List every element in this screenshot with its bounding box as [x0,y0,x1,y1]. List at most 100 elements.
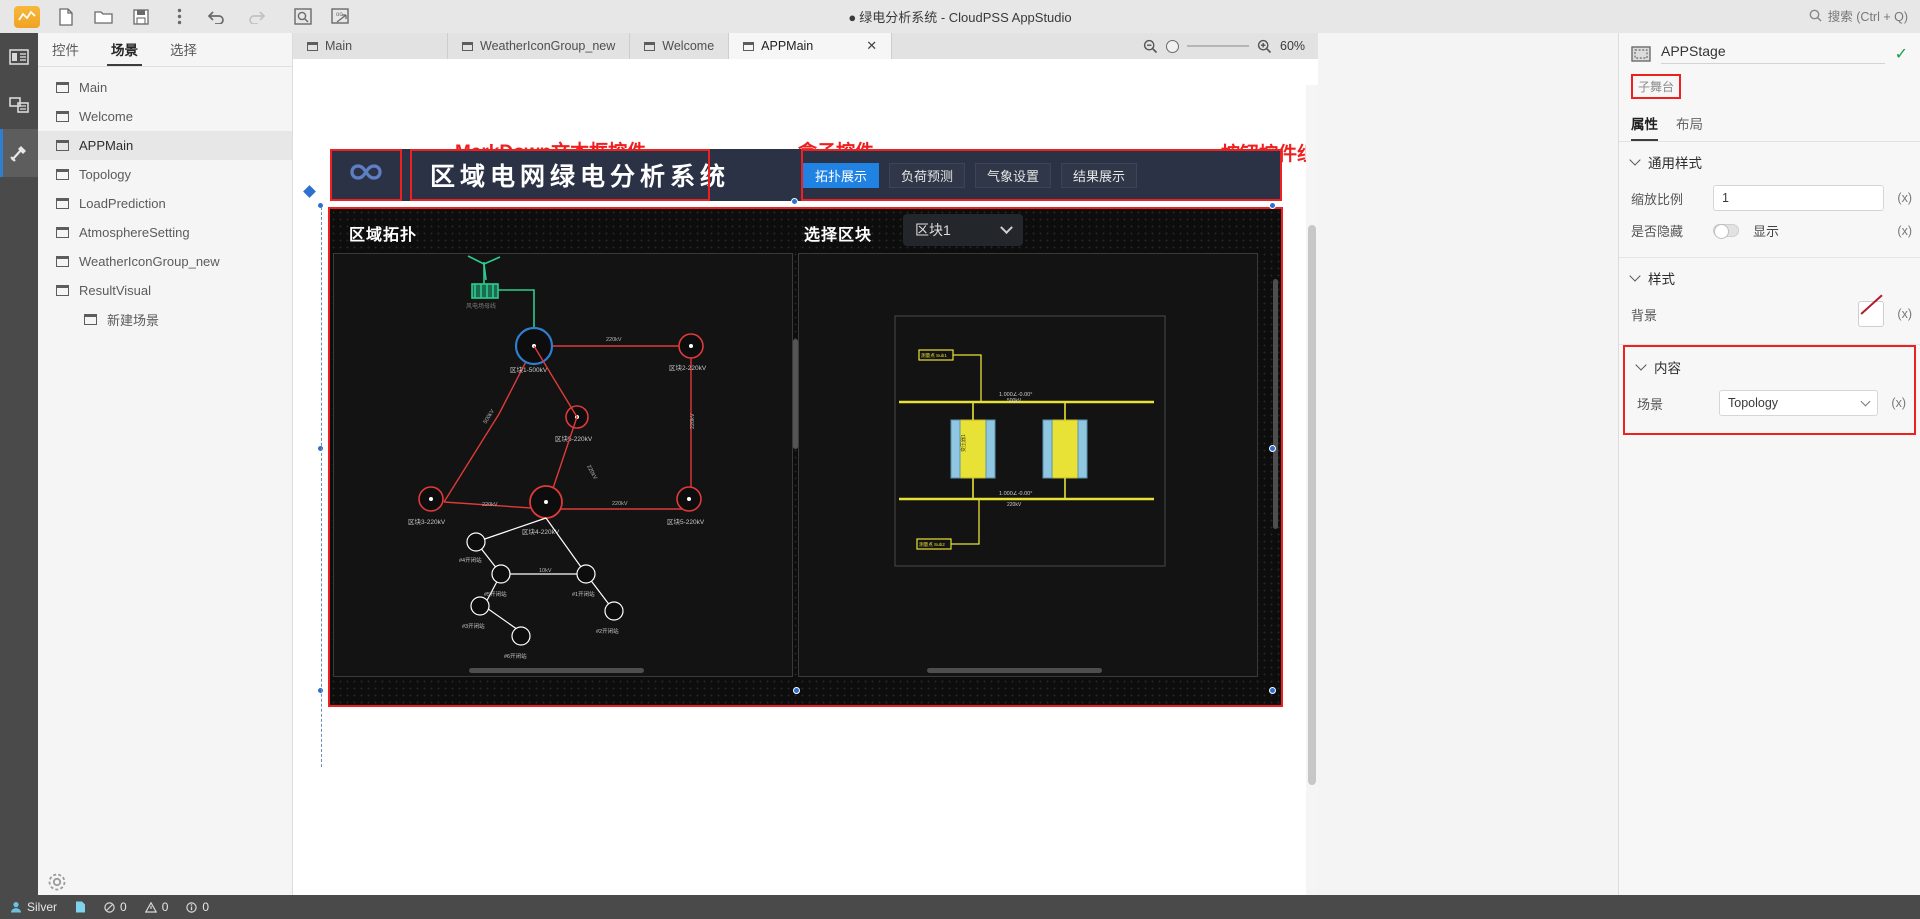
section-header-style[interactable]: 样式 [1619,268,1920,296]
zoom-in-icon[interactable] [1257,39,1272,54]
row-label: 缩放比例 [1631,191,1684,207]
properties-tabs: 属性 布局 [1619,99,1920,142]
substation-hscrollbar[interactable] [927,668,1102,673]
tab-scenes[interactable]: 场景 [105,39,144,66]
scene-label: APPMain [79,138,134,153]
editor-tab-welcome[interactable]: Welcome [630,33,730,59]
tab-layout[interactable]: 布局 [1676,113,1703,141]
close-icon[interactable]: ✕ [866,38,877,54]
status-user-label: Silver [27,900,58,914]
layout-icon [9,49,29,65]
hidden-toggle[interactable] [1713,224,1739,239]
background-color-swatch[interactable] [1858,301,1884,327]
scale-input[interactable]: 1 [1713,185,1884,211]
rail-item-resources[interactable] [0,81,38,129]
selection-anchor[interactable] [303,185,316,198]
canvas-vertical-scrollbar[interactable] [1306,85,1318,919]
guide-line [321,207,322,767]
scene-label: WeatherIconGroup_new [79,254,220,269]
window-title-text: 绿电分析系统 - CloudPSS AppStudio [859,10,1072,25]
scene-icon [56,227,69,238]
svg-text:#1开闭站: #1开闭站 [572,590,595,598]
canvas-vscroll-thumb[interactable] [1308,225,1316,785]
modified-dot: ● [848,10,857,25]
scene-icon [56,285,69,296]
tab-controls[interactable]: 控件 [46,39,85,66]
app-stage-preview[interactable]: 区域拓扑 选择区块 区块1 风电场母线 区块1-500kV 区块2-220kV … [328,207,1283,707]
hidden-toggle-label: 显示 [1753,224,1780,239]
chevron-down-icon [1629,270,1641,282]
scene-item-loadprediction[interactable]: LoadPrediction [38,189,292,218]
confirm-icon[interactable]: ✓ [1895,44,1908,64]
scene-item-atmospheresetting[interactable]: AtmosphereSetting [38,218,292,247]
tab-properties[interactable]: 属性 [1631,113,1658,141]
scene-item-appmain[interactable]: APPMain [38,131,292,160]
expression-toggle[interactable]: (x) [1890,224,1912,238]
section-header-content[interactable]: 内容 [1625,357,1914,385]
stage-vscrollbar[interactable] [1273,279,1278,529]
design-canvas[interactable]: MarkDown文本框控件 盒子控件 按钮控件组 子舞台控件 区域电网绿电分析系… [293,59,1318,919]
zoom-out-icon[interactable] [1143,39,1158,54]
app-button-results[interactable]: 结果展示 [1061,162,1137,188]
selection-handle-bottomright[interactable] [1269,687,1276,694]
app-button-topology[interactable]: 拓扑展示 [803,162,879,188]
status-warnings[interactable]: 0 [144,900,169,914]
svg-text:区块3-220kV: 区块3-220kV [408,517,446,526]
svg-text:#5开闭站: #5开闭站 [484,590,507,598]
scene-item-topology[interactable]: Topology [38,160,292,189]
row-scale: 缩放比例 1 (x) [1619,180,1920,216]
doc-icon [76,901,86,913]
selection-handle-right[interactable] [1269,445,1276,452]
scene-label: LoadPrediction [79,196,166,211]
scene-item-new-scene[interactable]: 新建场景 [38,305,292,334]
rail-item-layout[interactable] [0,33,38,81]
scene-select[interactable]: Topology [1719,390,1878,416]
scene-item-welcome[interactable]: Welcome [38,102,292,131]
expression-toggle[interactable]: (x) [1884,396,1906,410]
svg-text:220kV: 220kV [585,464,598,481]
section-header-general[interactable]: 通用样式 [1619,152,1920,180]
svg-text:区块4-220kV: 区块4-220kV [522,527,560,536]
expression-toggle[interactable]: (x) [1890,191,1912,205]
panel-title-block-select: 选择区块 [804,227,873,244]
tab-select[interactable]: 选择 [164,39,203,66]
expression-toggle[interactable]: (x) [1890,307,1912,321]
svg-text:#2开闭站: #2开闭站 [596,627,619,635]
zoom-slider-knob[interactable] [1166,39,1179,53]
app-button-loadprediction[interactable]: 负荷预测 [889,162,965,188]
zoom-slider-track[interactable] [1187,45,1249,47]
status-user[interactable]: Silver [10,900,57,914]
app-header-bar[interactable]: 区域电网绿电分析系统 拓扑展示 负荷预测 气象设置 结果展示 [330,149,1282,201]
status-error-count: 0 [120,900,127,914]
settings-gear-button[interactable] [46,871,68,893]
scene-item-resultvisual[interactable]: ResultVisual [38,276,292,305]
status-infos[interactable]: 0 [186,900,209,914]
app-button-weather[interactable]: 气象设置 [975,162,1051,188]
svg-text:500kV: 500kV [1007,398,1022,404]
topology-subview[interactable]: 风电场母线 区块1-500kV 区块2-220kV 区块5-220kV 区块3-… [333,253,793,677]
scene-item-main[interactable]: Main [38,73,292,102]
rail-item-tools[interactable] [0,129,38,177]
editor-tab-main[interactable]: Main [293,33,448,59]
status-errors[interactable]: 0 [104,900,127,914]
global-search[interactable]: 搜索 (Ctrl + Q) [1809,6,1908,25]
selection-handle-topright[interactable] [1269,202,1276,209]
block-select-dropdown[interactable]: 区块1 [903,214,1023,246]
topology-hscrollbar[interactable] [469,668,644,673]
app-window: oo ● 绿电分析系统 - CloudPSS AppStudio 搜索 (Ctrl… [0,0,1920,919]
component-name-field[interactable]: APPStage [1661,43,1885,64]
section-content: 内容 场景 Topology (x) [1625,347,1914,433]
substation-subview[interactable]: 1.000∠-0.00° 500kV 1.000∠-0.00° 220kV 变压… [798,253,1258,677]
row-label: 背景 [1631,307,1658,323]
svg-text:220kV: 220kV [690,413,696,429]
editor-tab-weathericongroup[interactable]: WeatherIconGroup_new [448,33,631,59]
status-document[interactable] [75,901,86,913]
status-bar: Silver 0 0 0 [0,895,1920,919]
scene-item-weathericongroup[interactable]: WeatherIconGroup_new [38,247,292,276]
selection-handle-bottom[interactable] [793,687,800,694]
header-handle-bottom[interactable] [791,198,798,205]
editor-tab-appmain[interactable]: APPMain ✕ [729,33,893,59]
editor-area: Main WeatherIconGroup_new Welcome APPMai… [293,33,1318,919]
row-label: 是否隐藏 [1631,224,1684,239]
status-warning-count: 0 [161,900,169,914]
